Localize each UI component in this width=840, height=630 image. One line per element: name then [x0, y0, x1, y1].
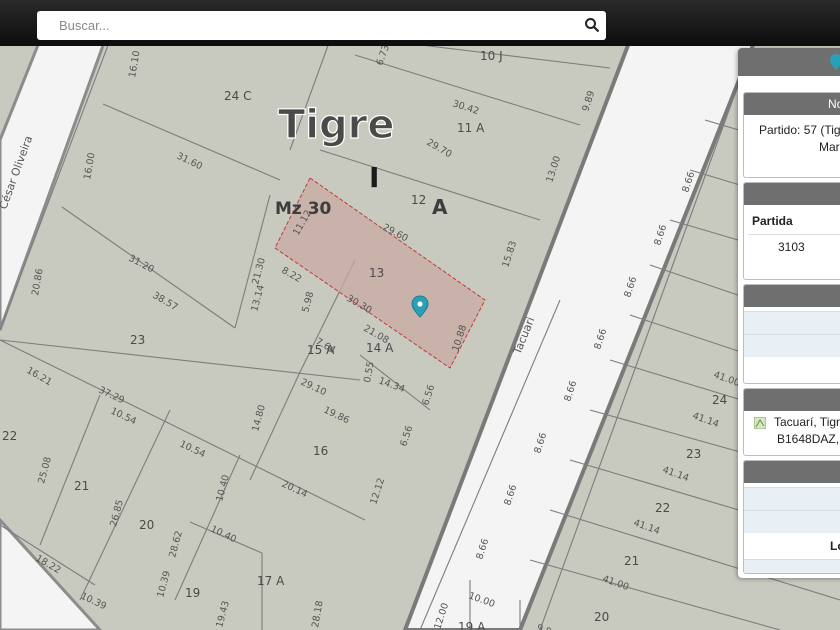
partida-header [744, 183, 840, 205]
lot-label: 22 [2, 429, 17, 443]
lot-label: 10 J [480, 49, 503, 63]
section-label: I [369, 161, 379, 194]
lot-label: 20 [594, 610, 609, 624]
info-panel: No Partido: 57 (Tig Mar Partida 3103 Tac… [738, 48, 840, 578]
parcel-letter-label: A [432, 195, 448, 219]
lot-label: 24 [712, 393, 727, 407]
partido-text: Partido: 57 (Tig [759, 123, 840, 137]
lot-label: 21 [74, 479, 89, 493]
lot-label: 23 [130, 333, 145, 347]
panel-top-header [738, 48, 840, 76]
lot-label: 19 [185, 586, 200, 600]
nomenclature-header: No [744, 93, 840, 115]
map-thumb-icon [754, 417, 766, 429]
lot-label: 19 A [458, 620, 486, 630]
search-input[interactable] [37, 11, 579, 40]
town-label: Tigre [278, 102, 394, 148]
lot-label: 13 [369, 266, 384, 280]
partido-text-2: Mar [819, 140, 840, 154]
search-box [37, 11, 606, 40]
lot-label: 24 C [224, 89, 251, 103]
lot-label: 21 [624, 554, 639, 568]
lot-label: 16 [313, 444, 328, 458]
top-bar [0, 0, 840, 46]
partida-value: 3103 [778, 240, 805, 254]
search-icon[interactable] [584, 17, 600, 33]
lot-label: 20 [139, 518, 154, 532]
address-line-2: B1648DAZ, [777, 432, 840, 446]
empty-box-1 [743, 284, 840, 384]
address-line-1: Tacuarí, Tigr [774, 415, 840, 429]
bottom-box: Lo [743, 460, 840, 574]
nomenclature-box: No Partido: 57 (Tig Mar [743, 92, 840, 178]
address-header [744, 389, 840, 411]
lot-label: 22 [655, 501, 670, 515]
cadastral-map[interactable]: Tigre I Mz 30 A Tacuari César Oliveira 2… [0, 0, 840, 630]
bottom-label: Lo [830, 539, 840, 553]
partida-column: Partida [752, 214, 793, 228]
partida-box: Partida 3103 [743, 182, 840, 280]
box1-header [744, 285, 840, 307]
lot-label: 23 [686, 447, 701, 461]
lot-label: 11 A [457, 121, 485, 135]
lot-label: 12 [411, 193, 426, 207]
address-box: Tacuarí, Tigr B1648DAZ, [743, 388, 840, 456]
pin-icon [830, 54, 840, 70]
bottom-header [744, 461, 840, 483]
lot-label: 17 A [257, 574, 285, 588]
